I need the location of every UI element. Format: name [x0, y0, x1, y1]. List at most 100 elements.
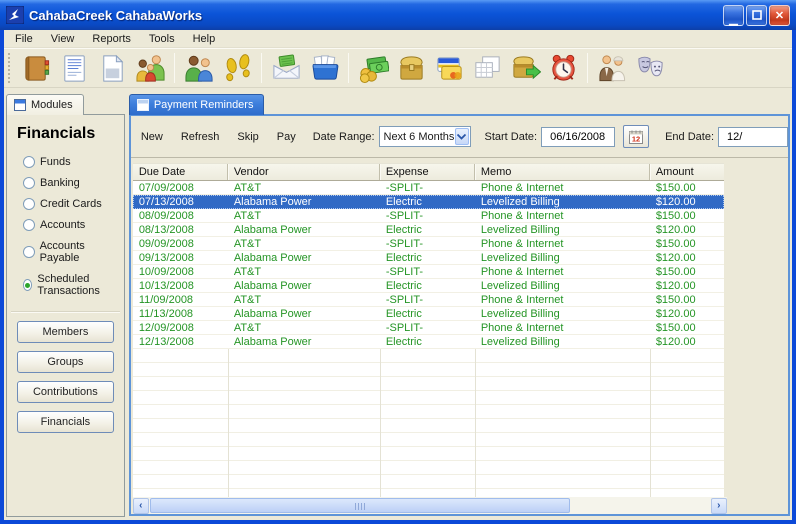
sidebar-item-scheduled-transactions[interactable]: Scheduled Transactions [23, 273, 124, 297]
table-cell: 12/13/2008 [138, 336, 194, 348]
table-row[interactable]: 11/09/2008 AT&T -SPLIT- Phone & Internet $15… [132, 293, 724, 307]
table-cell: Alabama Power [233, 196, 312, 208]
table-row[interactable]: 07/09/2008 AT&T -SPLIT- Phone & Internet $15… [132, 181, 724, 195]
funds-icon[interactable] [354, 51, 392, 85]
tab-payment-reminders-label: Payment Reminders [153, 99, 254, 111]
column-header-due-date[interactable]: Due Date [133, 164, 228, 180]
reminders-table-area: Due Date Vendor Expense Memo Amount 07/09/20… [131, 158, 788, 514]
menu-item-view[interactable]: View [42, 31, 84, 47]
new-button[interactable]: New [140, 128, 164, 146]
table-cell: Phone & Internet [480, 210, 564, 222]
title-bar[interactable]: CahabaCreek CahabaWorks ▁ ✕ [0, 0, 796, 30]
modules-window-icon [14, 99, 26, 111]
menu-item-tools[interactable]: Tools [140, 31, 184, 47]
table-row[interactable]: 10/13/2008 Alabama Power Electric Levelized… [132, 279, 724, 293]
scroll-left-icon[interactable]: ‹ [132, 497, 149, 514]
family-icon[interactable] [131, 51, 169, 85]
groups-button[interactable]: Groups [17, 351, 114, 373]
sidebar-item-credit-cards[interactable]: Credit Cards [23, 198, 124, 210]
scroll-right-icon[interactable]: › [710, 497, 727, 514]
skip-button[interactable]: Skip [236, 128, 259, 146]
table-cell: -SPLIT- [385, 294, 424, 306]
new-document-icon[interactable] [93, 51, 131, 85]
table-cell: Alabama Power [233, 280, 312, 292]
sidebar-tabstrip: Modules [6, 90, 125, 115]
tab-payment-reminders[interactable]: Payment Reminders [128, 94, 265, 115]
end-date-input[interactable] [718, 126, 788, 147]
financials-button[interactable]: Financials [17, 411, 114, 433]
radio-icon [23, 279, 33, 291]
menu-item-help[interactable]: Help [184, 31, 225, 47]
table-cell: 09/13/2008 [138, 252, 194, 264]
payment-toolbar: New Refresh Skip Pay Date Range: Next 6 Mon… [130, 116, 788, 158]
menu-item-reports[interactable]: Reports [83, 31, 140, 47]
card-file-icon[interactable] [305, 51, 343, 85]
date-range-value: Next 6 Months [383, 130, 455, 143]
table-row[interactable]: 10/09/2008 AT&T -SPLIT- Phone & Internet $15… [132, 265, 724, 279]
calendar-button[interactable]: 12 [623, 125, 650, 148]
close-button[interactable]: ✕ [769, 4, 790, 26]
table-row[interactable]: 12/09/2008 AT&T -SPLIT- Phone & Internet $15… [132, 321, 724, 335]
radio-label: Scheduled Transactions [37, 273, 100, 297]
pay-button[interactable]: Pay [276, 128, 297, 146]
table-row[interactable]: 09/09/2008 AT&T -SPLIT- Phone & Internet $15… [132, 237, 724, 251]
menu-item-file[interactable]: File [6, 31, 42, 47]
table-cell: Levelized Billing [480, 308, 560, 320]
banking-icon[interactable] [392, 51, 430, 85]
column-header-vendor[interactable]: Vendor [228, 164, 380, 180]
sidebar-item-banking[interactable]: Banking [23, 177, 124, 189]
column-header-amount[interactable]: Amount [650, 164, 724, 180]
date-range-select[interactable]: Next 6 Months [378, 126, 471, 147]
table-cell: Phone & Internet [480, 266, 564, 278]
accounts-icon[interactable] [468, 51, 506, 85]
main-area: Payment Reminders New Refresh Skip Pay Date… [125, 88, 792, 520]
chevron-down-icon[interactable] [455, 128, 469, 145]
column-header-expense[interactable]: Expense [380, 164, 475, 180]
sidebar-item-accounts-payable[interactable]: Accounts Payable [23, 240, 124, 264]
toolbar-separator [174, 53, 175, 83]
table-cell: AT&T [233, 210, 262, 222]
people-icon[interactable] [180, 51, 218, 85]
contributions-button[interactable]: Contributions [17, 381, 114, 403]
accounts-payable-icon[interactable] [506, 51, 544, 85]
masks-icon[interactable] [631, 51, 669, 85]
table-row[interactable]: 07/13/2008 Alabama Power Electric Levelized… [132, 195, 724, 209]
table-cell: 10/09/2008 [138, 266, 194, 278]
column-header-memo[interactable]: Memo [475, 164, 650, 180]
table-cell: Alabama Power [233, 336, 312, 348]
sidebar-item-funds[interactable]: Funds [23, 156, 124, 168]
sidebar-item-accounts[interactable]: Accounts [23, 219, 124, 231]
table-row[interactable]: 11/13/2008 Alabama Power Electric Levelized… [132, 307, 724, 321]
table-cell: 08/13/2008 [138, 224, 194, 236]
table-body: 07/09/2008 AT&T -SPLIT- Phone & Internet $15… [132, 181, 724, 349]
report-icon[interactable] [55, 51, 93, 85]
scheduled-transactions-icon[interactable] [544, 51, 582, 85]
table-cell: 09/09/2008 [138, 238, 194, 250]
minimize-button[interactable]: ▁ [723, 4, 744, 26]
table-cell: Phone & Internet [480, 182, 564, 194]
radio-label: Funds [40, 156, 71, 168]
members-button[interactable]: Members [17, 321, 114, 343]
tab-modules[interactable]: Modules [6, 94, 84, 115]
radio-icon [23, 198, 35, 210]
table-row[interactable]: 08/09/2008 AT&T -SPLIT- Phone & Internet $15… [132, 209, 724, 223]
scrollbar-thumb[interactable] [149, 498, 570, 513]
maximize-button[interactable] [746, 4, 767, 26]
address-book-icon[interactable] [17, 51, 55, 85]
tab-modules-label: Modules [31, 99, 73, 111]
table-cell: 10/13/2008 [138, 280, 194, 292]
horizontal-scrollbar[interactable]: ‹ › [132, 497, 727, 514]
contribution-envelope-icon[interactable] [267, 51, 305, 85]
footprints-icon[interactable] [218, 51, 256, 85]
couple-icon[interactable] [593, 51, 631, 85]
table-cell: 07/09/2008 [138, 182, 194, 194]
refresh-button[interactable]: Refresh [180, 128, 221, 146]
start-date-input[interactable] [541, 126, 616, 147]
table-row[interactable]: 09/13/2008 Alabama Power Electric Levelized… [132, 251, 724, 265]
radio-label: Credit Cards [40, 198, 102, 210]
sidebar-nav-buttons: Members Groups Contributions Financials [7, 313, 124, 433]
credit-cards-icon[interactable] [430, 51, 468, 85]
payment-actions: New Refresh Skip Pay [140, 128, 297, 146]
table-row[interactable]: 08/13/2008 Alabama Power Electric Levelized… [132, 223, 724, 237]
table-row[interactable]: 12/13/2008 Alabama Power Electric Levelized… [132, 335, 724, 349]
